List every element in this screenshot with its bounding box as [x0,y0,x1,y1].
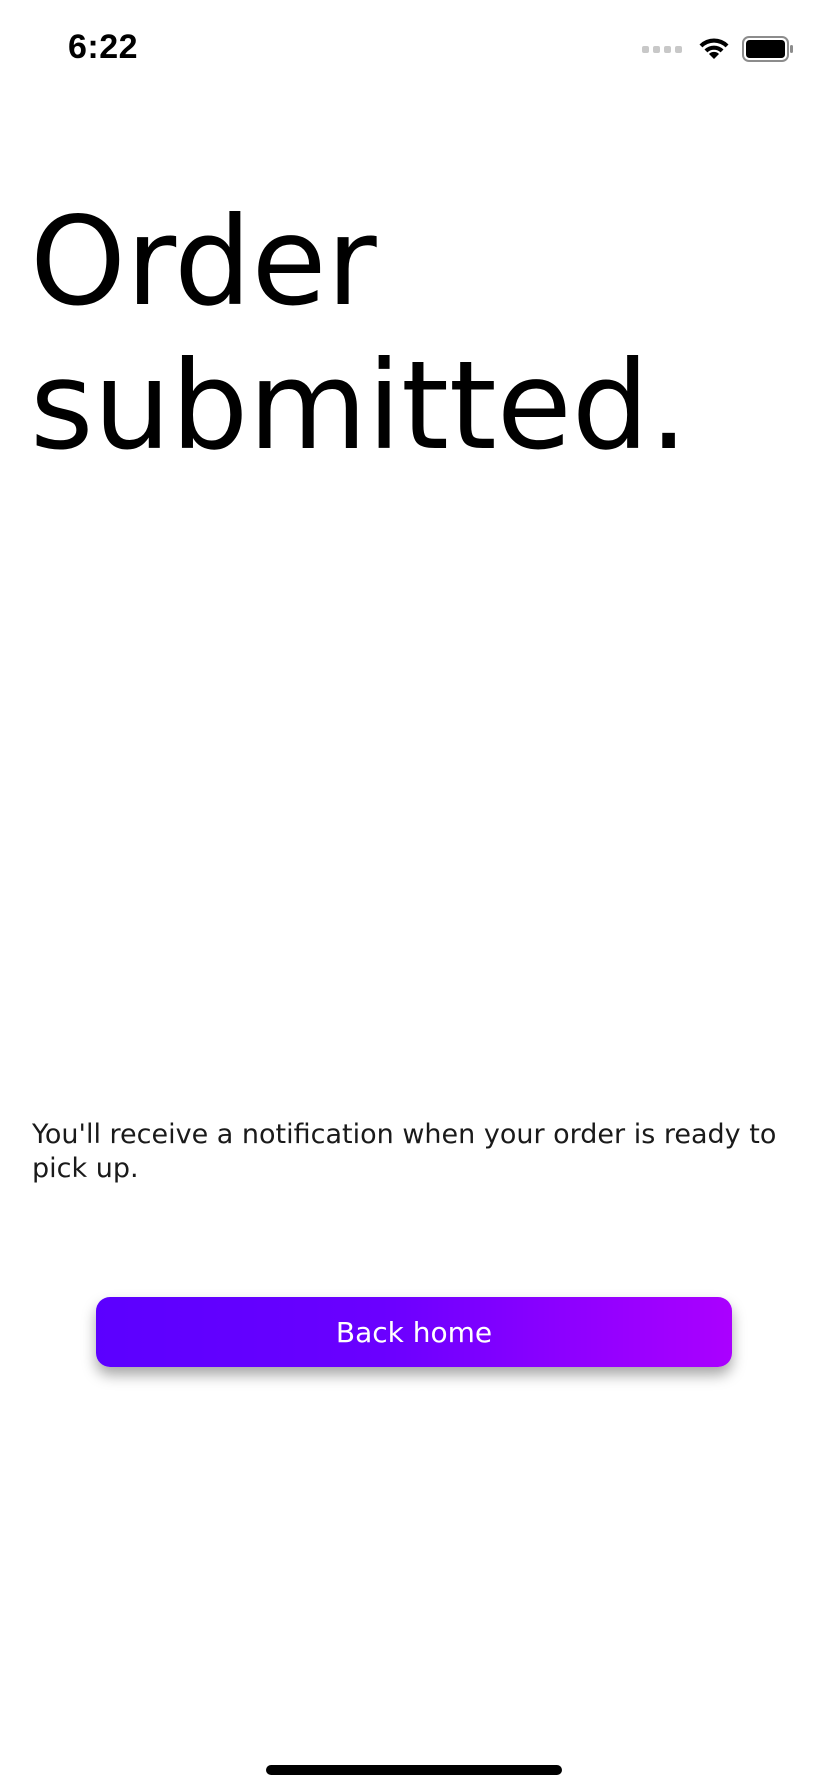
notification-message: You'll receive a notification when your … [32,1119,777,1184]
status-bar: 6:22 [0,0,828,100]
battery-icon [742,36,794,62]
home-indicator[interactable] [266,1765,562,1775]
status-time: 6:22 [68,28,139,66]
page-title: Order submitted. [30,191,689,477]
back-home-button[interactable]: Back home [96,1297,732,1367]
wifi-icon [698,37,730,61]
cellular-signal-icon [642,45,682,53]
status-icons [642,34,794,64]
